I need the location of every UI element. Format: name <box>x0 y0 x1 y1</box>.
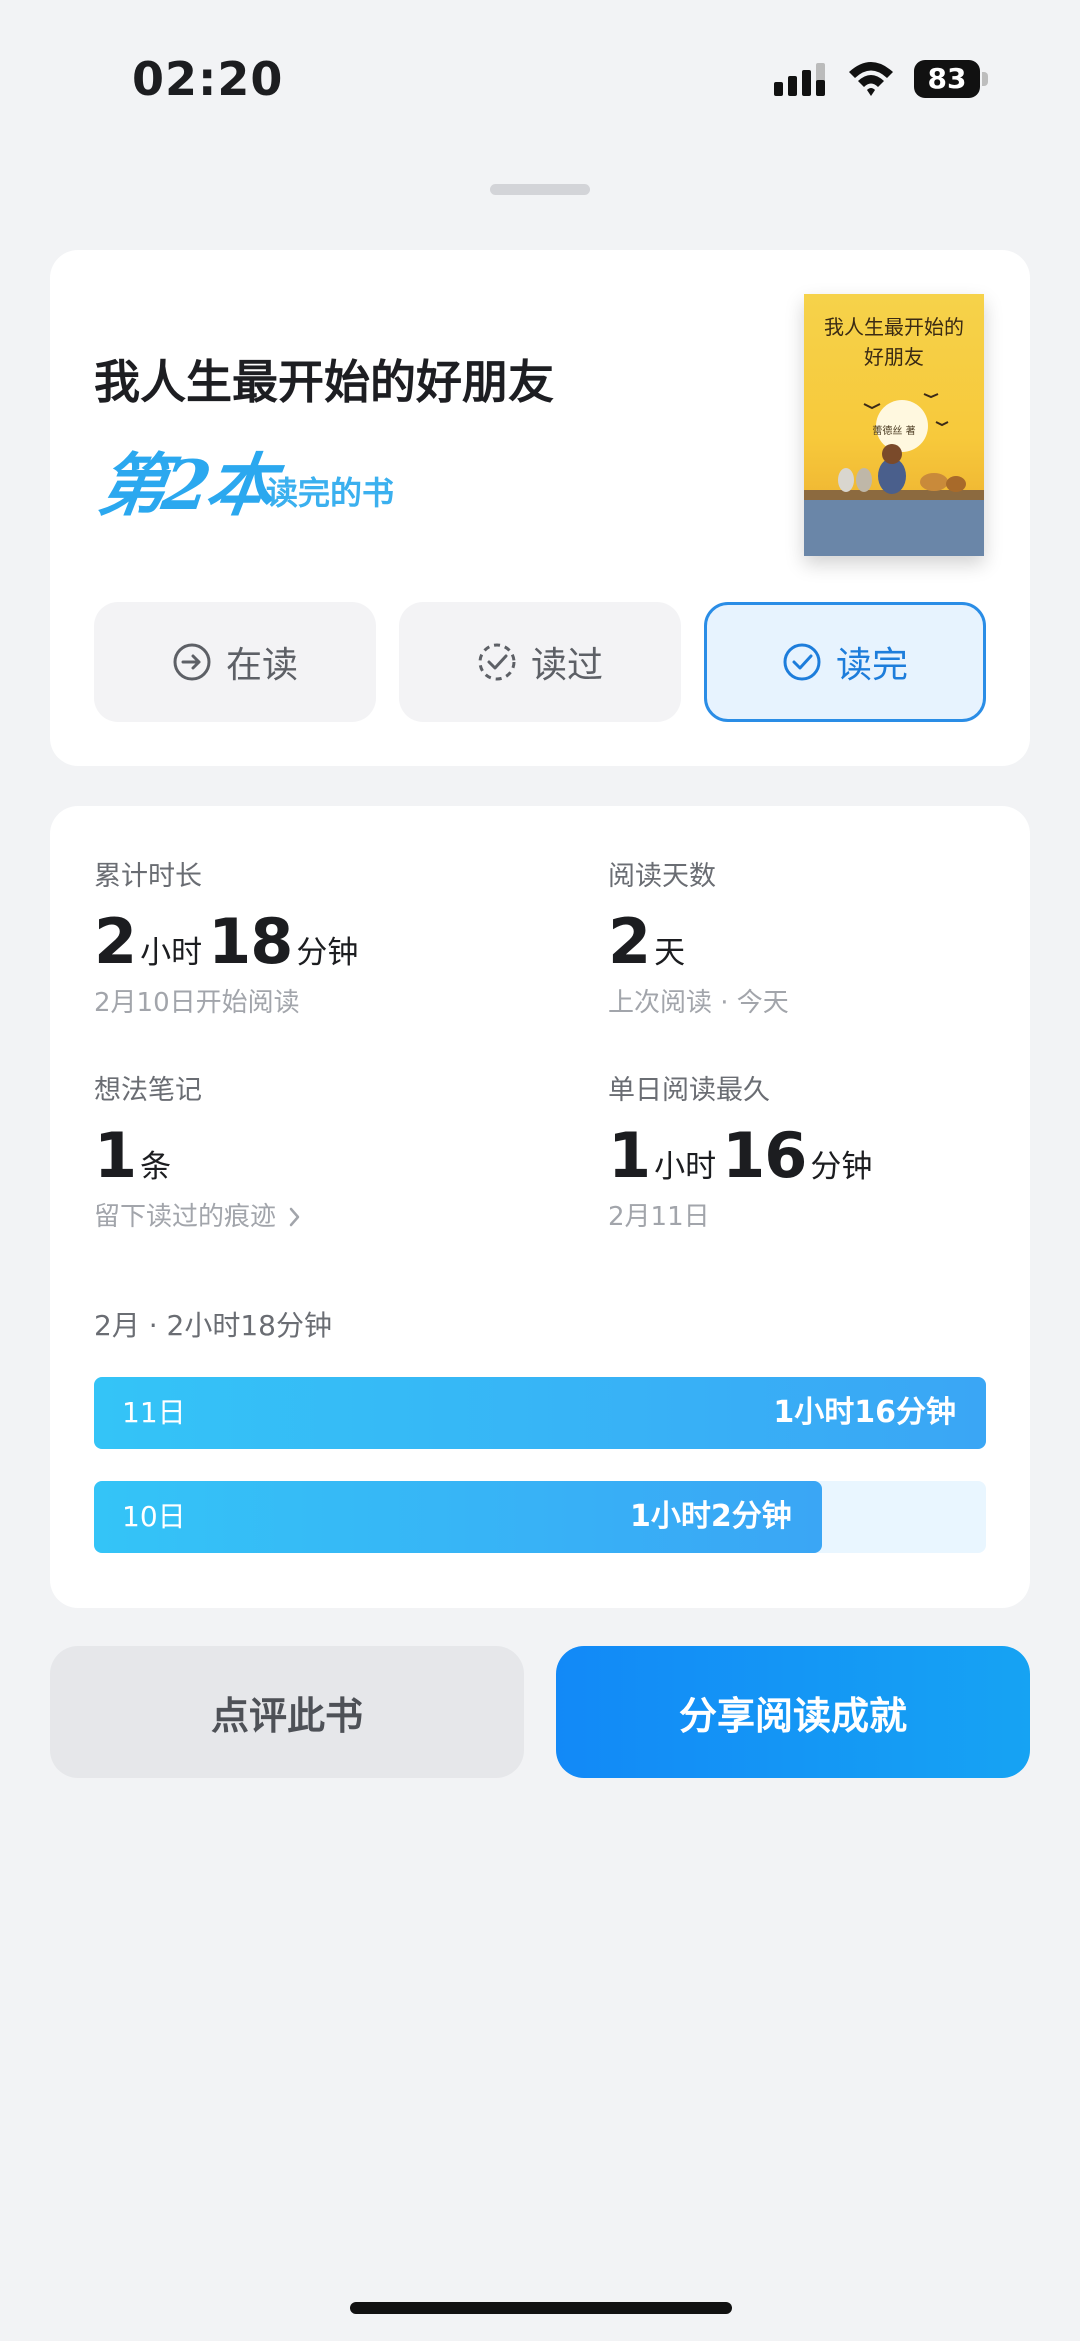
notes-number: 1 <box>94 1119 137 1192</box>
tab-read[interactable]: 读过 <box>399 602 681 722</box>
tab-reading[interactable]: 在读 <box>94 602 376 722</box>
stat-notes-label: 想法笔记 <box>94 1075 202 1106</box>
stat-notes-link[interactable]: 留下读过的痕迹 <box>94 1196 302 1233</box>
stat-total-time-label: 累计时长 <box>94 861 202 892</box>
daily-bar-value: 1小时2分钟 <box>629 1499 792 1534</box>
chevron-right-icon <box>290 1207 300 1227</box>
check-circle-icon <box>783 643 821 681</box>
tab-read-label: 读过 <box>530 645 603 686</box>
dashed-check-circle-icon <box>478 643 516 681</box>
month-summary: 2月 · 2小时18分钟 <box>94 1309 332 1342</box>
book-title: 我人生最开始的好朋友 <box>94 355 554 409</box>
stat-notes-value: 1条 <box>94 1119 302 1192</box>
longest-minutes: 16 <box>722 1119 807 1192</box>
notes-unit: 条 <box>140 1149 172 1185</box>
days-number: 2 <box>608 905 651 978</box>
reading-stats-card: 累计时长 2 小时18 分钟 2月10日开始阅读 阅读天数 2天 上次阅读 · 今天… <box>50 806 1030 1608</box>
longest-minutes-unit: 分钟 <box>810 1149 873 1185</box>
stat-longest-day-value: 1 小时16 分钟 <box>608 1119 878 1192</box>
stat-notes[interactable]: 想法笔记 1条 留下读过的痕迹 <box>94 1068 302 1233</box>
status-time: 02:20 <box>132 52 284 106</box>
daily-bar: 10日 1小时2分钟 <box>94 1481 986 1553</box>
total-hours: 2 <box>94 905 137 978</box>
share-achievement-button[interactable]: 分享阅读成就 <box>556 1646 1030 1778</box>
daily-bar-value: 1小时16分钟 <box>773 1395 956 1430</box>
stat-reading-days-sub: 上次阅读 · 今天 <box>608 988 789 1018</box>
rank-number: 第2本 <box>93 446 277 526</box>
tab-finished-label: 读完 <box>835 645 908 686</box>
cover-title-line-2: 好朋友 <box>864 345 924 369</box>
review-book-button[interactable]: 点评此书 <box>50 1646 524 1778</box>
days-unit: 天 <box>654 935 686 971</box>
battery-icon: 83 <box>914 60 988 98</box>
stat-total-time-value: 2 小时18 分钟 <box>94 905 364 978</box>
stat-reading-days-label: 阅读天数 <box>608 861 716 892</box>
cover-title: 我人生最开始的 好朋友 <box>804 312 984 372</box>
total-minutes: 18 <box>208 905 293 978</box>
cellular-signal-icon <box>774 63 825 96</box>
daily-bar: 11日 1小时16分钟 <box>94 1377 986 1449</box>
minutes-unit: 分钟 <box>296 935 359 971</box>
battery-tip <box>982 72 988 86</box>
stat-total-time: 累计时长 2 小时18 分钟 2月10日开始阅读 <box>94 854 364 1019</box>
book-cover[interactable]: 我人生最开始的 好朋友 蕾德丝 著 <box>804 294 984 556</box>
stat-longest-day-label: 单日阅读最久 <box>608 1075 770 1106</box>
battery-level: 83 <box>914 60 980 98</box>
stat-longest-day: 单日阅读最久 1 小时16 分钟 2月11日 <box>608 1068 878 1233</box>
cover-author: 蕾德丝 著 <box>872 426 916 437</box>
book-card: 我人生最开始的好朋友 第2本 读完的书 我人生最开始的 好朋友 蕾德丝 著 在读… <box>50 250 1030 766</box>
arrow-circle-icon <box>173 643 211 681</box>
home-indicator <box>350 2302 732 2314</box>
cover-title-line-1: 我人生最开始的 <box>824 315 964 339</box>
longest-hours-unit: 小时 <box>654 1149 717 1185</box>
longest-hours: 1 <box>608 1119 651 1192</box>
tab-reading-label: 在读 <box>225 645 298 686</box>
stat-longest-day-sub: 2月11日 <box>608 1202 710 1232</box>
hours-unit: 小时 <box>140 935 203 971</box>
daily-bar-day: 11日 <box>122 1396 186 1429</box>
stat-total-time-sub: 2月10日开始阅读 <box>94 988 300 1018</box>
stat-reading-days-value: 2天 <box>608 905 789 978</box>
wifi-icon <box>849 62 893 96</box>
tab-finished[interactable]: 读完 <box>704 602 986 722</box>
sheet-drag-handle[interactable] <box>490 184 590 195</box>
stat-notes-sub: 留下读过的痕迹 <box>94 1202 277 1232</box>
stat-reading-days: 阅读天数 2天 上次阅读 · 今天 <box>608 854 789 1019</box>
rank-caption: 读完的书 <box>266 474 395 512</box>
status-bar: 02:20 83 <box>0 0 1080 160</box>
daily-bar-day: 10日 <box>122 1500 186 1533</box>
